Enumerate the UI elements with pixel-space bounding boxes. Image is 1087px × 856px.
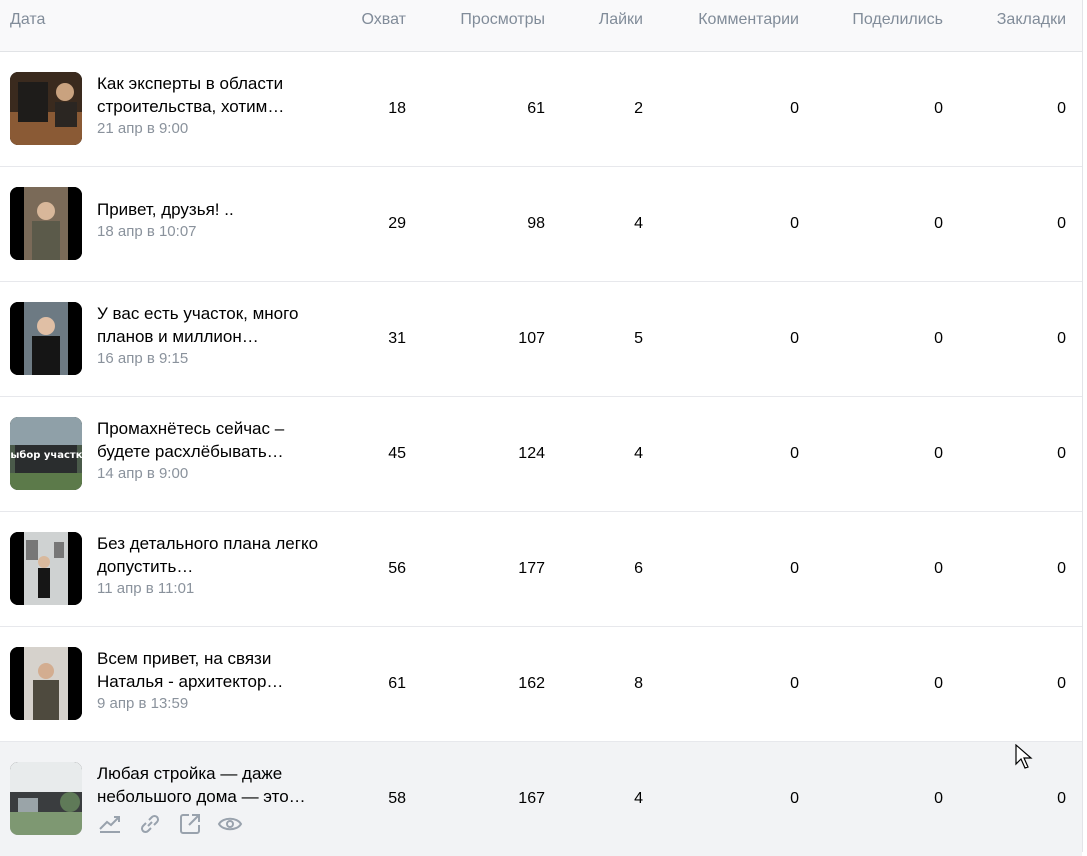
- reach-value: 61: [388, 675, 406, 692]
- views-value: 124: [518, 445, 545, 462]
- comments-value: 0: [790, 330, 799, 347]
- bookmarks-value: 0: [1057, 445, 1066, 462]
- thumbnail-caption: Выбор участка: [10, 449, 82, 461]
- comments-value: 0: [790, 560, 799, 577]
- views-value: 167: [518, 790, 545, 807]
- video-thumbnail[interactable]: [10, 532, 82, 605]
- bookmarks-value: 0: [1057, 215, 1066, 232]
- reach-value: 58: [388, 790, 406, 807]
- video-thumbnail[interactable]: [10, 187, 82, 260]
- likes-value: 2: [634, 100, 643, 117]
- stats-icon[interactable]: [97, 812, 123, 836]
- post-title[interactable]: Любая стройка — даже небольшого дома — э…: [97, 762, 327, 808]
- comments-value: 0: [790, 445, 799, 462]
- post-date: 11 апр в 11:01: [97, 580, 195, 597]
- table-row[interactable]: Выбор участка Промахнётесь сейчас – буде…: [0, 397, 1082, 512]
- stats-table: Дата Охват Просмотры Лайки Комментарии П…: [0, 0, 1083, 856]
- views-value: 107: [518, 330, 545, 347]
- eye-icon[interactable]: [217, 812, 243, 836]
- post-date: 14 апр в 9:00: [97, 465, 189, 482]
- link-icon[interactable]: [137, 812, 163, 836]
- share-icon[interactable]: [177, 812, 203, 836]
- views-value: 98: [527, 215, 545, 232]
- post-title[interactable]: Всем привет, на связи Наталья - архитект…: [97, 647, 327, 693]
- comments-value: 0: [790, 790, 799, 807]
- table-header: Дата Охват Просмотры Лайки Комментарии П…: [0, 0, 1082, 52]
- post-date: 16 апр в 9:15: [97, 350, 189, 367]
- views-value: 61: [527, 100, 545, 117]
- video-thumbnail[interactable]: [10, 647, 82, 720]
- likes-value: 5: [634, 330, 643, 347]
- shares-value: 0: [934, 215, 943, 232]
- column-likes[interactable]: Лайки: [599, 11, 643, 29]
- table-row[interactable]: Привет, друзья! .. 18 апр в 10:07 29 98 …: [0, 167, 1082, 282]
- column-shares[interactable]: Поделились: [852, 11, 943, 29]
- video-thumbnail[interactable]: [10, 762, 82, 835]
- post-date: 18 апр в 10:07: [97, 223, 197, 240]
- row-actions: [97, 812, 243, 836]
- reach-value: 31: [388, 330, 406, 347]
- views-value: 177: [518, 560, 545, 577]
- table-row[interactable]: Любая стройка — даже небольшого дома — э…: [0, 742, 1082, 856]
- reach-value: 56: [388, 560, 406, 577]
- video-thumbnail[interactable]: [10, 72, 82, 145]
- reach-value: 45: [388, 445, 406, 462]
- reach-value: 18: [388, 100, 406, 117]
- mouse-cursor-icon: [1015, 743, 1033, 775]
- table-row[interactable]: Без детального плана легко допустить… 11…: [0, 512, 1082, 627]
- shares-value: 0: [934, 560, 943, 577]
- bookmarks-value: 0: [1057, 675, 1066, 692]
- column-reach[interactable]: Охват: [362, 11, 406, 29]
- shares-value: 0: [934, 100, 943, 117]
- comments-value: 0: [790, 215, 799, 232]
- bookmarks-value: 0: [1057, 330, 1066, 347]
- column-comments[interactable]: Комментарии: [698, 11, 799, 29]
- table-row[interactable]: Всем привет, на связи Наталья - архитект…: [0, 627, 1082, 742]
- video-thumbnail[interactable]: [10, 302, 82, 375]
- reach-value: 29: [388, 215, 406, 232]
- post-title[interactable]: Как эксперты в области строительства, хо…: [97, 72, 327, 118]
- post-title[interactable]: Привет, друзья! ..: [97, 198, 327, 221]
- likes-value: 4: [634, 215, 643, 232]
- column-date[interactable]: Дата: [10, 11, 45, 29]
- comments-value: 0: [790, 675, 799, 692]
- shares-value: 0: [934, 675, 943, 692]
- shares-value: 0: [934, 790, 943, 807]
- column-bookmarks[interactable]: Закладки: [997, 11, 1066, 29]
- comments-value: 0: [790, 100, 799, 117]
- likes-value: 4: [634, 445, 643, 462]
- post-title[interactable]: Промахнётесь сейчас – будете расхлёбыват…: [97, 417, 327, 463]
- likes-value: 6: [634, 560, 643, 577]
- table-row[interactable]: У вас есть участок, много планов и милли…: [0, 282, 1082, 397]
- bookmarks-value: 0: [1057, 560, 1066, 577]
- likes-value: 4: [634, 790, 643, 807]
- post-date: 21 апр в 9:00: [97, 120, 189, 137]
- bookmarks-value: 0: [1057, 790, 1066, 807]
- likes-value: 8: [634, 675, 643, 692]
- views-value: 162: [518, 675, 545, 692]
- shares-value: 0: [934, 330, 943, 347]
- video-thumbnail[interactable]: Выбор участка: [10, 417, 82, 490]
- column-views[interactable]: Просмотры: [460, 11, 545, 29]
- post-title[interactable]: Без детального плана легко допустить…: [97, 532, 327, 578]
- shares-value: 0: [934, 445, 943, 462]
- table-row[interactable]: Как эксперты в области строительства, хо…: [0, 52, 1082, 167]
- post-title[interactable]: У вас есть участок, много планов и милли…: [97, 302, 327, 348]
- post-date: 9 апр в 13:59: [97, 695, 189, 712]
- bookmarks-value: 0: [1057, 100, 1066, 117]
